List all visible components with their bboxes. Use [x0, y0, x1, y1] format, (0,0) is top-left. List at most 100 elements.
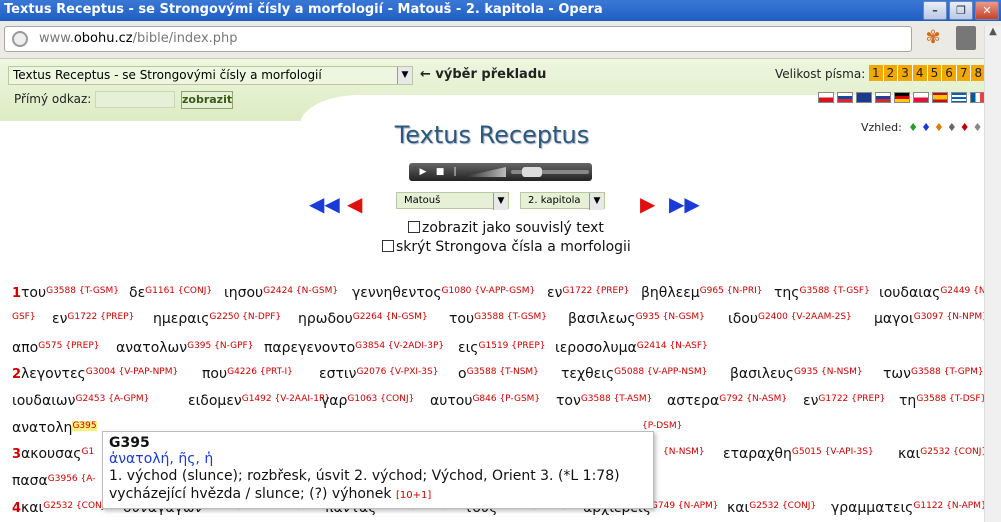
- word[interactable]: βηθλεεμG965 {N-PRI}: [641, 285, 762, 301]
- word[interactable]: εστινG2076 {V-PXI-3S}: [319, 366, 438, 382]
- word[interactable]: τηςG3588 {T-GSF}: [774, 285, 870, 301]
- vertical-scrollbar[interactable]: ▲: [984, 26, 1001, 522]
- close-button[interactable]: ✕: [975, 1, 999, 20]
- chevron-down-icon[interactable]: ▼: [397, 67, 412, 84]
- window-titlebar: Textus Receptus - se Strongovými čísly a…: [0, 0, 1001, 21]
- word[interactable]: γεννηθεντοςG1080 {V-APP-GSM}: [352, 285, 535, 301]
- word[interactable]: ιουδαιαςG2449 {N-: [879, 285, 984, 301]
- word[interactable]: εταραχθηG5015 {V-API-3S}: [723, 446, 874, 462]
- word[interactable]: ηρωδουG2264 {N-GSM}: [298, 311, 428, 327]
- font-size-1[interactable]: 1: [869, 65, 884, 81]
- word[interactable]: οG3588 {T-NSM}: [458, 366, 539, 382]
- word[interactable]: γραμματειςG1122 {N-APM}: [831, 500, 984, 516]
- font-size-7[interactable]: 7: [957, 65, 972, 81]
- font-size-8[interactable]: 8: [971, 65, 984, 81]
- flag-czech-icon[interactable]: [818, 92, 834, 103]
- word[interactable]: μαγοιG3097 {N-NPM}: [874, 311, 984, 327]
- flag-uk-icon[interactable]: [856, 92, 872, 103]
- book-select[interactable]: Matouš ▼: [396, 192, 509, 210]
- chevron-down-icon[interactable]: ▼: [589, 193, 604, 210]
- word[interactable]: ειδομενG1492 {V-2AAI-1P}: [188, 393, 330, 409]
- show-button[interactable]: zobrazit: [181, 91, 233, 109]
- flag-slovak-icon[interactable]: [837, 92, 853, 103]
- hide-strong-checkbox[interactable]: skrýt Strongova čísla a morfologii: [382, 239, 631, 255]
- word[interactable]: τωνG3588 {T-GPM}: [883, 366, 984, 382]
- volume-slider[interactable]: [462, 167, 506, 177]
- scroll-up-icon[interactable]: ▲: [985, 26, 1001, 37]
- word[interactable]: ιουδαιωνG2453 {A-GPM}: [12, 393, 149, 409]
- first-chapter-icon[interactable]: ◀◀: [309, 194, 340, 214]
- translation-label: ← výběr překladu: [420, 67, 547, 82]
- word[interactable]: ενG1722 {PREP}: [803, 393, 885, 409]
- word[interactable]: λεγοντεςG3004 {V-PAP-NPM}: [21, 366, 178, 382]
- font-size-3[interactable]: 3: [898, 65, 913, 81]
- url-field[interactable]: www.obohu.cz/bible/index.php: [4, 26, 912, 52]
- flag-france-icon[interactable]: [970, 92, 984, 103]
- stop-icon[interactable]: ■: [434, 166, 446, 178]
- play-icon[interactable]: ▶: [417, 166, 429, 178]
- word[interactable]: ακουσαςG1: [21, 446, 94, 462]
- flag-russia-icon[interactable]: [875, 92, 891, 103]
- last-chapter-icon[interactable]: ▶▶: [669, 194, 700, 214]
- progress-handle[interactable]: [522, 167, 542, 177]
- word[interactable]: βασιλεωςG935 {N-GSM}: [568, 311, 705, 327]
- word[interactable]: καιG2532 {CONJ}: [898, 446, 984, 462]
- word[interactable]: ιδουG2400 {V-2AAM-2S}: [728, 311, 852, 327]
- word[interactable]: ιεροσολυμαG2414 {N-ASF}: [555, 340, 708, 356]
- word[interactable]: ημεραιςG2250 {N-DPF}: [153, 311, 281, 327]
- word[interactable]: βασιλευςG935 {N-NSM}: [730, 366, 863, 382]
- occurrence-count: [10+1]: [395, 490, 432, 501]
- checkbox-box[interactable]: [382, 240, 394, 252]
- word[interactable]: ενG1722 {PREP}: [547, 285, 629, 301]
- direct-link-label: Přímý odkaz:: [14, 92, 92, 106]
- verse-number: 4: [12, 501, 22, 516]
- verse-number: 2: [12, 367, 22, 382]
- flag-greece-icon[interactable]: [951, 92, 967, 103]
- word[interactable]: πουG4226 {PRT-I}: [202, 366, 293, 382]
- word-code[interactable]: GSF}: [12, 311, 36, 327]
- opera-menu-icon[interactable]: ✾: [922, 27, 944, 49]
- word[interactable]: πασαG3956 {A-: [12, 473, 95, 489]
- word[interactable]: τουG3588 {T-GSM}: [21, 285, 119, 301]
- word[interactable]: αστεραG792 {N-ASM}: [667, 393, 787, 409]
- word[interactable]: ειςG1519 {PREP}: [458, 340, 546, 356]
- checkbox-box[interactable]: [408, 221, 420, 233]
- word[interactable]: τηG3588 {T-DSF}: [899, 393, 984, 409]
- trash-icon[interactable]: [956, 26, 976, 50]
- word[interactable]: ανατολωνG395 {N-GPF}: [116, 340, 253, 356]
- word[interactable]: δεG1161 {CONJ}: [129, 285, 212, 301]
- chapter-select[interactable]: 2. kapitola ▼: [520, 192, 605, 210]
- continuous-text-checkbox[interactable]: zobrazit jako souvislý text: [408, 220, 604, 236]
- word[interactable]: τεχθειςG5088 {V-APP-NSM}: [561, 366, 707, 382]
- translation-select-value: Textus Receptus - se Strongovými čísly a…: [13, 68, 322, 82]
- font-size-4[interactable]: 4: [913, 65, 928, 81]
- direct-link-input[interactable]: [95, 91, 175, 108]
- site-info-icon[interactable]: [12, 31, 28, 47]
- word-hovered[interactable]: ανατοληG395: [12, 420, 97, 436]
- word[interactable]: καιG2532 {CONJ}: [21, 500, 110, 516]
- word[interactable]: τουG3588 {T-GSM}: [449, 311, 547, 327]
- translation-select[interactable]: Textus Receptus - se Strongovými čísly a…: [8, 66, 413, 85]
- flag-germany-icon[interactable]: [894, 92, 910, 103]
- word[interactable]: ενG1722 {PREP}: [52, 311, 134, 327]
- word[interactable]: αποG575 {PREP}: [12, 340, 100, 356]
- font-size-2[interactable]: 2: [884, 65, 899, 81]
- flag-spain-icon[interactable]: [932, 92, 948, 103]
- word-code[interactable]: {N-NSM}: [663, 446, 705, 462]
- minimize-button[interactable]: –: [923, 1, 947, 20]
- font-size-5[interactable]: 5: [928, 65, 943, 81]
- url-prefix: www.: [39, 31, 74, 46]
- word[interactable]: παρεγενοντοG3854 {V-2ADI-3P}: [264, 340, 444, 356]
- font-size-6[interactable]: 6: [942, 65, 957, 81]
- word[interactable]: αυτουG846 {P-GSM}: [430, 393, 540, 409]
- restore-button[interactable]: ❐: [949, 1, 973, 20]
- word[interactable]: καιG2532 {CONJ}: [727, 500, 816, 516]
- mute-icon[interactable]: |: [449, 166, 461, 178]
- word[interactable]: ιησουG2424 {N-GSM}: [224, 285, 338, 301]
- chevron-down-icon[interactable]: ▼: [493, 193, 508, 210]
- next-chapter-icon[interactable]: ▶: [640, 194, 655, 214]
- word[interactable]: γαρG1063 {CONJ}: [321, 393, 414, 409]
- word[interactable]: τονG3588 {T-ASM}: [556, 393, 652, 409]
- flag-poland-icon[interactable]: [913, 92, 929, 103]
- previous-chapter-icon[interactable]: ◀: [347, 194, 362, 214]
